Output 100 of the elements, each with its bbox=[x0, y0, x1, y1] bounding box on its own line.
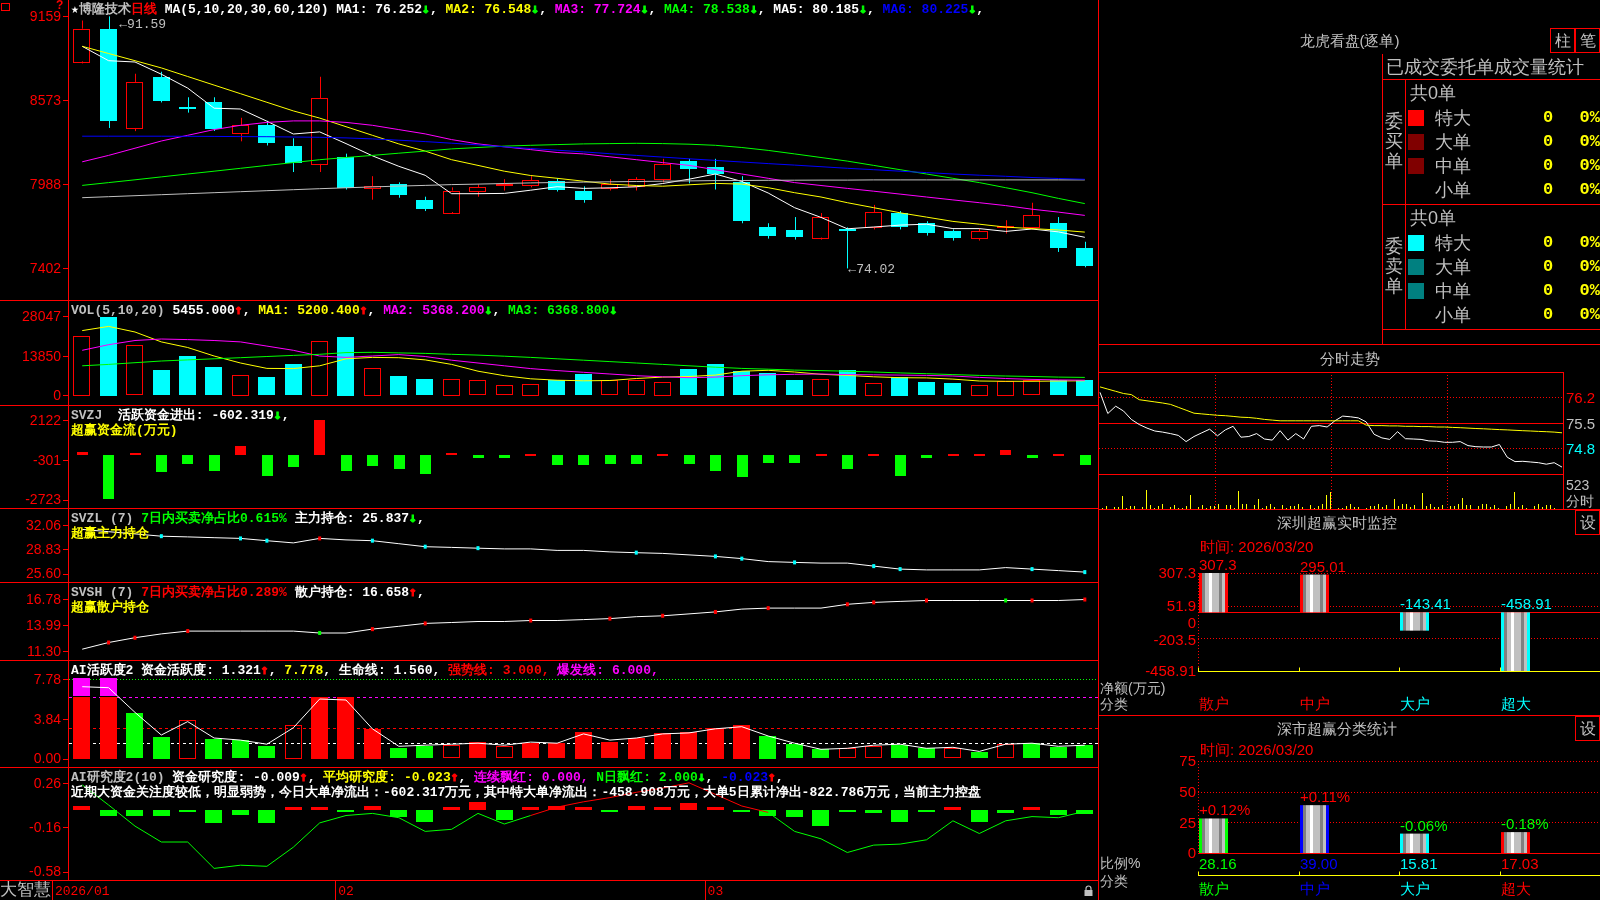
flow-bar bbox=[1080, 455, 1091, 465]
flow-bar bbox=[156, 455, 167, 472]
legend-text: 连续飘红: 0.000, bbox=[474, 770, 590, 785]
axis-label: 25.60 bbox=[25, 565, 61, 581]
research-bar bbox=[1050, 810, 1067, 815]
time-label: 时间: 2026/03/20 bbox=[1200, 741, 1314, 758]
legend-text: MA5: 80.185 bbox=[773, 2, 860, 17]
legend-text: VOL(5,10,20) bbox=[71, 303, 166, 318]
category-label: 散户 bbox=[1199, 695, 1229, 712]
category-label: 大户 bbox=[1400, 880, 1430, 897]
trend-arrow: ↑ bbox=[299, 769, 308, 784]
panel-title: 分时走势 bbox=[1319, 349, 1380, 368]
flow-bar bbox=[314, 420, 325, 455]
axis-label: 7402 bbox=[29, 260, 61, 277]
legend-text: MA3: 6368.800 bbox=[508, 303, 610, 318]
brand-name: 大智慧 bbox=[0, 880, 51, 900]
legend-text: 活跃资金进出: -602.319 bbox=[117, 408, 274, 423]
flow-bar bbox=[552, 455, 563, 465]
percent-value: 0% bbox=[1579, 304, 1600, 326]
count-value: 0 bbox=[1542, 280, 1554, 302]
legend-text: , bbox=[757, 2, 767, 17]
axis-label: -0.58 bbox=[29, 863, 61, 879]
axis-label: 11.30 bbox=[27, 643, 61, 659]
percent-value: 0% bbox=[1579, 107, 1600, 129]
legend-text: 超赢散户持仓 bbox=[71, 600, 149, 615]
percent-value: 0% bbox=[1579, 131, 1600, 153]
percent-value: 0% bbox=[1579, 179, 1600, 201]
trend-arrow: ↓ bbox=[859, 1, 867, 16]
axis-label: 0 bbox=[53, 387, 61, 404]
flow-bar bbox=[262, 455, 273, 476]
axis-label: 28047 bbox=[22, 308, 61, 325]
legend-text: 7.778 bbox=[284, 663, 324, 678]
flow-bar bbox=[631, 455, 642, 464]
trend-arrow: ↓ bbox=[484, 302, 493, 317]
legend-text: , bbox=[539, 2, 548, 17]
mode-button[interactable]: 笔 bbox=[1575, 28, 1600, 53]
legend-text: -0.023 bbox=[721, 770, 769, 785]
count-value: 0 bbox=[1542, 232, 1554, 254]
mode-button[interactable]: 柱 bbox=[1550, 28, 1575, 53]
axis-label: -0.16 bbox=[29, 819, 61, 836]
square-icon bbox=[1, 3, 10, 11]
trend-arrow: ↓ bbox=[609, 302, 618, 317]
percent-value: 0% bbox=[1579, 280, 1600, 302]
axis-label: 3.84 bbox=[33, 711, 61, 728]
help-button[interactable]: ? bbox=[56, 0, 64, 11]
value-label: 17.03 bbox=[1501, 855, 1539, 872]
legend-text: 7日内买卖净占比0.289% bbox=[141, 585, 287, 600]
legend-text: , bbox=[367, 303, 377, 318]
count-value: 0 bbox=[1542, 256, 1554, 278]
research-bar bbox=[865, 810, 882, 813]
legend-text: 超赢资金流(万元) bbox=[71, 423, 178, 438]
axis-label: 16.78 bbox=[25, 590, 61, 607]
axis-label: 13850 bbox=[22, 348, 61, 365]
table-title: 已成交委托单成交量统计 bbox=[1386, 55, 1584, 78]
research-bar bbox=[628, 806, 645, 810]
axis-label: 28.83 bbox=[25, 541, 61, 558]
flow-bar bbox=[473, 455, 484, 458]
legend-text: , bbox=[867, 2, 876, 17]
legend-text: , bbox=[429, 2, 439, 17]
axis-label: 76.2 bbox=[1566, 388, 1596, 406]
flow-bar bbox=[578, 455, 589, 465]
candle bbox=[73, 20, 90, 64]
flow-bar bbox=[789, 455, 800, 463]
axis-label: 分时 bbox=[1566, 493, 1594, 509]
category-bar bbox=[1199, 573, 1228, 613]
value-label: 295.01 bbox=[1300, 557, 1346, 575]
trend-arrow: ↑ bbox=[768, 769, 776, 784]
research-bar bbox=[654, 807, 671, 810]
flow-bar bbox=[842, 455, 853, 469]
candle bbox=[891, 210, 908, 230]
legend-text: 平均研究度: -0.023 bbox=[323, 770, 451, 785]
row-label: 大单 bbox=[1434, 256, 1471, 278]
flow-bar bbox=[341, 455, 352, 471]
axis-label: -203.5 bbox=[1153, 631, 1196, 649]
category-bar bbox=[1400, 833, 1429, 853]
research-bar bbox=[522, 807, 539, 810]
legend-text: MA(5,10,20,30,60,120) bbox=[163, 2, 330, 17]
value-label: 39.00 bbox=[1300, 855, 1338, 872]
date-label: 02 bbox=[338, 884, 354, 899]
category-label: 大户 bbox=[1400, 695, 1430, 712]
flow-bar bbox=[103, 455, 114, 499]
trend-arrow: ↑ bbox=[409, 584, 417, 599]
date-label: 2026/01 bbox=[54, 884, 110, 899]
research-bar bbox=[416, 810, 433, 822]
legend-text: , bbox=[705, 770, 715, 785]
legend-text: 5455.000 bbox=[172, 303, 235, 318]
flow-bar bbox=[499, 455, 510, 458]
legend-text: MA4: 78.538 bbox=[664, 2, 750, 17]
category-bar bbox=[1300, 805, 1329, 853]
category-label: 超大 bbox=[1501, 880, 1531, 897]
axis-label: 75.5 bbox=[1566, 414, 1596, 432]
settings-button[interactable]: 设 bbox=[1575, 716, 1600, 741]
count-value: 0 bbox=[1542, 304, 1554, 326]
value-label: 307.3 bbox=[1199, 556, 1237, 573]
legend-text: 强势线: 3.000, bbox=[448, 663, 551, 678]
axis-label: 74.8 bbox=[1566, 439, 1596, 457]
research-bar bbox=[443, 807, 460, 810]
row-label: 大单 bbox=[1434, 131, 1471, 153]
panel-title: 深市超赢分类统计 bbox=[1277, 719, 1397, 738]
settings-button[interactable]: 设 bbox=[1575, 510, 1600, 535]
